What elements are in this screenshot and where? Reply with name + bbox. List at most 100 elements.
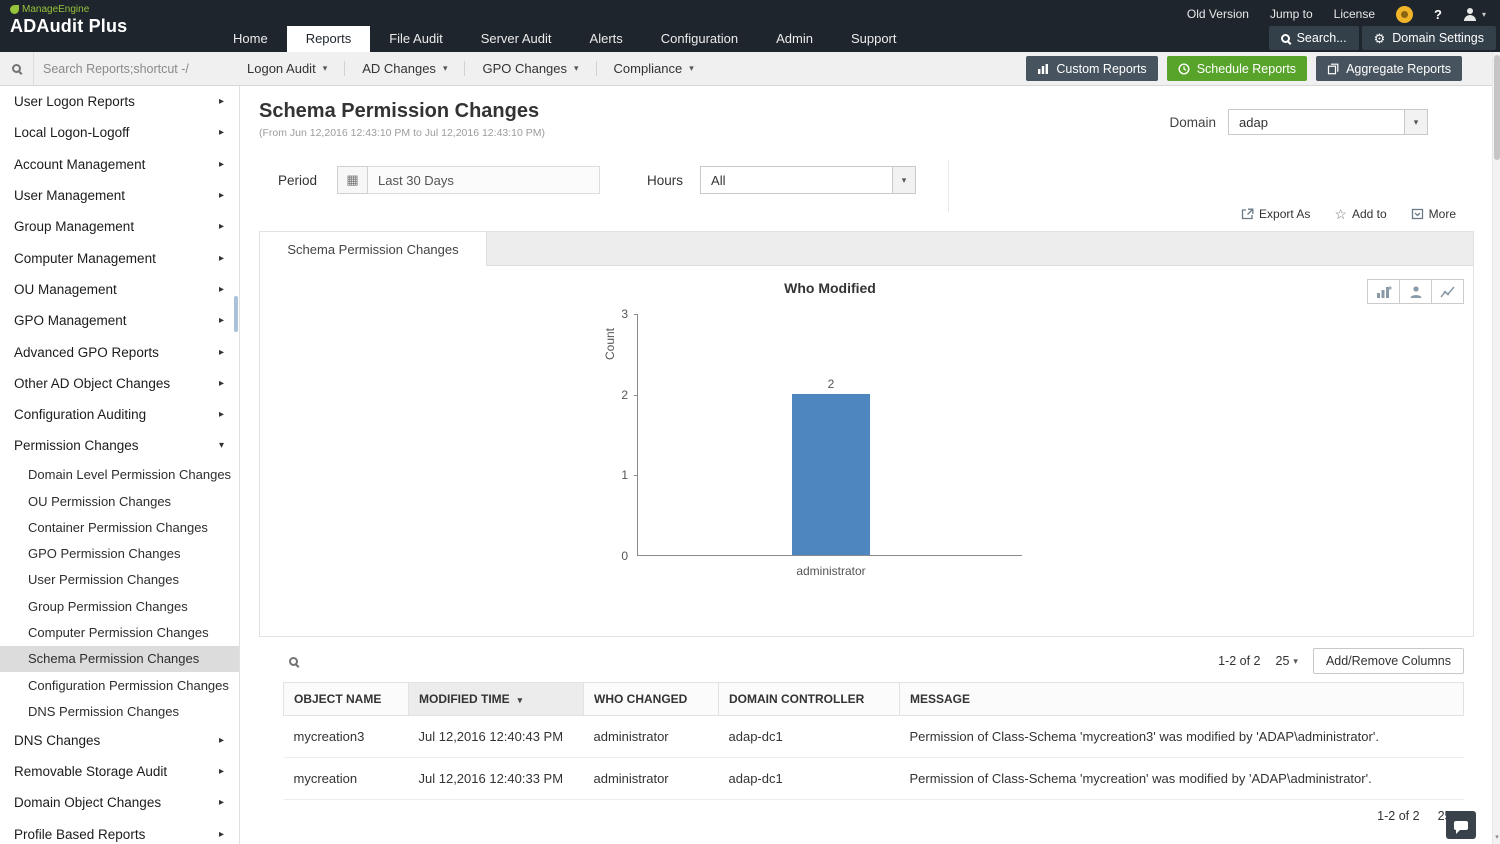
table-row[interactable]: mycreation3 Jul 12,2016 12:40:43 PM admi… bbox=[283, 715, 1464, 758]
tab-alerts[interactable]: Alerts bbox=[571, 26, 642, 52]
sidebar-subitem-dns-permission-changes[interactable]: DNS Permission Changes bbox=[0, 698, 239, 724]
sidebar-item-user-logon-reports[interactable]: User Logon Reports ▸ bbox=[0, 86, 239, 117]
custom-reports-button[interactable]: Custom Reports bbox=[1026, 56, 1158, 81]
line-chart-view-button[interactable] bbox=[1431, 279, 1464, 304]
sidebar-subitem-configuration-permission-changes[interactable]: Configuration Permission Changes bbox=[0, 672, 239, 698]
support-icon[interactable] bbox=[1396, 5, 1414, 23]
gear-icon: ⚙ bbox=[1373, 30, 1386, 46]
schedule-reports-button[interactable]: Schedule Reports bbox=[1166, 56, 1308, 81]
main-content: Schema Permission Changes (From Jun 12,2… bbox=[241, 86, 1492, 844]
tab-file-audit[interactable]: File Audit bbox=[370, 26, 461, 52]
chevron-right-icon: ▸ bbox=[218, 190, 224, 202]
sidebar-item-computer-management[interactable]: Computer Management ▸ bbox=[0, 242, 239, 273]
sidebar-item-label: Group Management bbox=[14, 219, 135, 235]
bar[interactable] bbox=[792, 394, 870, 555]
sidebar-item-ou-management[interactable]: OU Management ▸ bbox=[0, 274, 239, 305]
column-header-message[interactable]: MESSAGE bbox=[899, 682, 1464, 716]
feedback-chat-button[interactable] bbox=[1446, 811, 1476, 839]
scrollbar-down-arrow[interactable]: ▾ bbox=[1493, 832, 1500, 844]
bar-chart-view-button[interactable] bbox=[1367, 279, 1400, 304]
cell-message: Permission of Class-Schema 'mycreation3'… bbox=[899, 715, 1464, 758]
sidebar-item-removable-storage-audit[interactable]: Removable Storage Audit ▸ bbox=[0, 756, 239, 787]
menu-logon-audit[interactable]: Logon Audit ▾ bbox=[230, 52, 344, 85]
sidebar-subitem-ou-permission-changes[interactable]: OU Permission Changes bbox=[0, 488, 239, 514]
sidebar-subitem-group-permission-changes[interactable]: Group Permission Changes bbox=[0, 593, 239, 619]
column-header-modified-time[interactable]: MODIFIED TIME ▾ bbox=[408, 682, 584, 716]
tab-server-audit[interactable]: Server Audit bbox=[462, 26, 571, 52]
sidebar-subitem-container-permission-changes[interactable]: Container Permission Changes bbox=[0, 514, 239, 540]
table-row[interactable]: mycreation Jul 12,2016 12:40:33 PM admin… bbox=[283, 757, 1464, 800]
sidebar-item-label: Advanced GPO Reports bbox=[14, 344, 159, 360]
column-header-who-changed[interactable]: WHO CHANGED bbox=[583, 682, 719, 716]
tab-home[interactable]: Home bbox=[214, 26, 287, 52]
sidebar-item-user-management[interactable]: User Management ▸ bbox=[0, 180, 239, 211]
sidebar-item-other-ad-object-changes[interactable]: Other AD Object Changes ▸ bbox=[0, 368, 239, 399]
help-icon[interactable]: ? bbox=[1434, 7, 1442, 22]
column-header-domain-controller[interactable]: DOMAIN CONTROLLER bbox=[718, 682, 900, 716]
menu-compliance[interactable]: Compliance ▾ bbox=[597, 52, 711, 85]
sidebar-item-profile-based-reports[interactable]: Profile Based Reports ▸ bbox=[0, 818, 239, 844]
user-menu[interactable]: ▾ bbox=[1463, 7, 1486, 21]
report-search-box[interactable] bbox=[0, 52, 34, 85]
search-button[interactable]: Search... bbox=[1268, 26, 1359, 50]
hours-select[interactable]: All ▾ bbox=[700, 166, 917, 194]
sidebar-item-account-management[interactable]: Account Management ▸ bbox=[0, 149, 239, 180]
clock-icon bbox=[1178, 62, 1190, 75]
license-link[interactable]: License bbox=[1334, 7, 1375, 21]
cell-domain-controller: adap-dc1 bbox=[718, 757, 900, 800]
vertical-scrollbar[interactable]: ▾ bbox=[1492, 52, 1500, 844]
sidebar-item-permission-changes[interactable]: Permission Changes ▾ bbox=[0, 430, 239, 461]
sidebar-scrollbar-thumb[interactable] bbox=[234, 296, 238, 332]
reports-toolbar: Logon Audit ▾ AD Changes ▾ GPO Changes ▾… bbox=[0, 52, 1500, 86]
tab-reports[interactable]: Reports bbox=[286, 26, 371, 52]
jump-to-link[interactable]: Jump to bbox=[1270, 7, 1313, 21]
add-remove-columns-button[interactable]: Add/Remove Columns bbox=[1312, 648, 1464, 674]
cell-modified-time: Jul 12,2016 12:40:43 PM bbox=[408, 715, 584, 758]
table-search-icon[interactable] bbox=[289, 656, 298, 666]
line-chart-icon bbox=[1439, 286, 1455, 297]
user-icon bbox=[1410, 285, 1421, 298]
sidebar-subitem-schema-permission-changes[interactable]: Schema Permission Changes bbox=[0, 645, 239, 672]
chevron-down-icon: ▾ bbox=[218, 440, 224, 452]
domain-settings-button[interactable]: ⚙ Domain Settings bbox=[1361, 26, 1496, 50]
table-controls-right: 1-2 of 2 25 ▾ Add/Remove Columns bbox=[1218, 648, 1464, 674]
sidebar-item-advanced-gpo-reports[interactable]: Advanced GPO Reports ▸ bbox=[0, 336, 239, 367]
page-size-select[interactable]: 25 ▾ bbox=[1276, 654, 1298, 668]
menu-gpo-changes[interactable]: GPO Changes ▾ bbox=[465, 52, 595, 85]
period-input[interactable] bbox=[368, 166, 601, 194]
sidebar-item-group-management[interactable]: Group Management ▸ bbox=[0, 211, 239, 242]
menu-ad-changes[interactable]: AD Changes ▾ bbox=[345, 52, 464, 85]
sidebar-subitem-gpo-permission-changes[interactable]: GPO Permission Changes bbox=[0, 540, 239, 566]
export-icon bbox=[1241, 208, 1254, 220]
column-header-object-name[interactable]: OBJECT NAME bbox=[283, 682, 409, 716]
sidebar-item-local-logon-logoff[interactable]: Local Logon-Logoff ▸ bbox=[0, 117, 239, 148]
domain-selector-row: Domain adap ▾ bbox=[1169, 109, 1428, 135]
domain-select[interactable]: adap ▾ bbox=[1228, 109, 1428, 135]
export-as-link[interactable]: Export As bbox=[1241, 207, 1310, 221]
old-version-link[interactable]: Old Version bbox=[1187, 7, 1249, 21]
sidebar-item-gpo-management[interactable]: GPO Management ▸ bbox=[0, 305, 239, 336]
domain-value: adap bbox=[1239, 114, 1268, 130]
sidebar-item-configuration-auditing[interactable]: Configuration Auditing ▸ bbox=[0, 399, 239, 430]
tab-admin[interactable]: Admin bbox=[757, 26, 832, 52]
sidebar-item-label: Domain Object Changes bbox=[14, 795, 162, 811]
report-search-input[interactable] bbox=[34, 52, 230, 85]
scrollbar-thumb[interactable] bbox=[1494, 55, 1500, 160]
tab-configuration[interactable]: Configuration bbox=[642, 26, 757, 52]
sidebar-subitem-domain-level-permission-changes[interactable]: Domain Level Permission Changes bbox=[0, 462, 239, 488]
sidebar-subitem-computer-permission-changes[interactable]: Computer Permission Changes bbox=[0, 619, 239, 645]
aggregate-reports-button[interactable]: Aggregate Reports bbox=[1316, 56, 1462, 81]
sidebar-subitem-user-permission-changes[interactable]: User Permission Changes bbox=[0, 567, 239, 593]
user-summary-view-button[interactable] bbox=[1399, 279, 1432, 304]
report-tabstrip: Schema Permission Changes bbox=[260, 232, 1473, 266]
tab-support[interactable]: Support bbox=[832, 26, 916, 52]
calendar-button[interactable]: ▦ bbox=[337, 166, 369, 194]
brand-logo[interactable]: ManageEngine ADAudit Plus bbox=[10, 4, 127, 37]
sidebar-item-dns-changes[interactable]: DNS Changes ▸ bbox=[0, 725, 239, 756]
cell-message: Permission of Class-Schema 'mycreation' … bbox=[899, 757, 1464, 800]
add-to-link[interactable]: ☆ Add to bbox=[1334, 207, 1386, 221]
more-link[interactable]: More bbox=[1411, 207, 1456, 221]
sidebar-item-domain-object-changes[interactable]: Domain Object Changes ▸ bbox=[0, 787, 239, 818]
chevron-right-icon: ▸ bbox=[218, 252, 224, 264]
tab-schema-permission-changes[interactable]: Schema Permission Changes bbox=[260, 232, 487, 266]
